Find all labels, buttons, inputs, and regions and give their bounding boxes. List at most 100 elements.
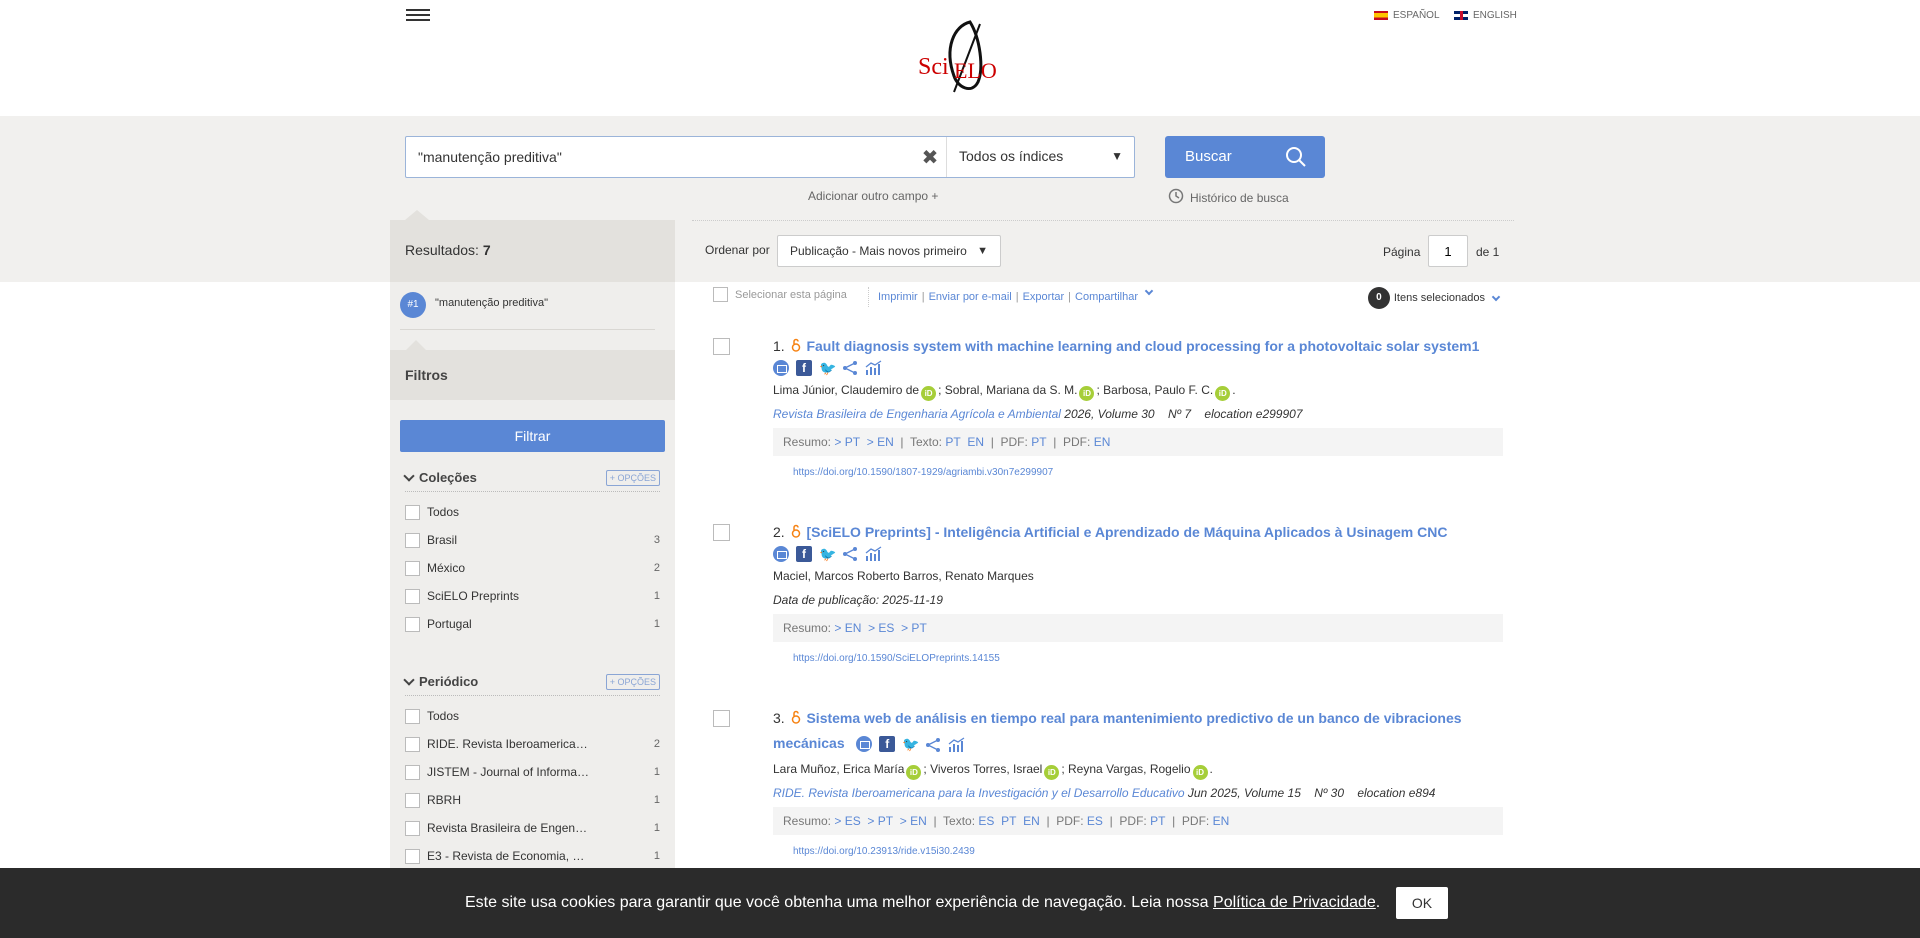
clear-search-icon[interactable]: ✖: [920, 148, 940, 168]
filter-item[interactable]: SciELO Preprints 1: [405, 582, 660, 610]
filter-button[interactable]: Filtrar: [400, 420, 665, 452]
pdf-pt-link[interactable]: PT: [1031, 435, 1046, 449]
abstract-pt-link[interactable]: > PT: [901, 621, 927, 635]
doi-link[interactable]: https://doi.org/10.1590/SciELOPreprints.…: [793, 653, 1503, 664]
text-en-link[interactable]: EN: [1023, 814, 1040, 828]
text-es-link[interactable]: ES: [978, 814, 994, 828]
select-page-toggle[interactable]: Selecionar esta página: [713, 287, 847, 302]
orcid-icon[interactable]: iD: [1215, 385, 1231, 401]
orcid-icon[interactable]: iD: [1044, 765, 1060, 780]
checkbox[interactable]: [405, 708, 420, 724]
abstract-en-link[interactable]: > EN: [900, 814, 927, 828]
share-icon[interactable]: [842, 546, 858, 562]
filter-group-toggle[interactable]: Coleções: [403, 469, 477, 485]
author-name[interactable]: Reyna Vargas, Rogelio: [1068, 762, 1191, 776]
text-pt-link[interactable]: PT: [945, 435, 960, 449]
search-history-link[interactable]: Histórico de busca: [1168, 188, 1289, 207]
author-name[interactable]: Lara Muñoz, Erica María: [773, 762, 904, 776]
result-checkbox[interactable]: [713, 710, 730, 727]
filter-item[interactable]: Revista Brasileira de Engen… 1: [405, 814, 660, 842]
twitter-icon[interactable]: 🐦: [819, 360, 836, 376]
doi-link[interactable]: https://doi.org/10.23913/ride.v15i30.243…: [793, 846, 1503, 857]
abstract-es-link[interactable]: > ES: [868, 621, 894, 635]
checkbox[interactable]: [405, 736, 420, 752]
author-name[interactable]: Sobral, Mariana da S. M.: [945, 383, 1078, 397]
scielo-logo[interactable]: Sci ELO: [914, 18, 1004, 98]
checkbox[interactable]: [405, 820, 420, 836]
abstract-pt-link[interactable]: > PT: [834, 435, 860, 449]
orcid-icon[interactable]: iD: [921, 385, 937, 401]
email-icon[interactable]: [856, 736, 873, 753]
author-name[interactable]: Lima Júnior, Claudemiro de: [773, 383, 919, 397]
privacy-policy-link[interactable]: Política de Privacidade: [1213, 894, 1376, 911]
cookie-ok-button[interactable]: OK: [1396, 887, 1448, 919]
share-link[interactable]: Compartilhar: [1075, 291, 1138, 303]
filter-item[interactable]: Portugal 1: [405, 610, 660, 638]
twitter-icon[interactable]: 🐦: [819, 546, 836, 562]
text-pt-link[interactable]: PT: [1001, 814, 1016, 828]
facebook-icon[interactable]: f: [879, 736, 896, 753]
orcid-icon[interactable]: iD: [1079, 385, 1095, 401]
filter-item[interactable]: Todos: [405, 702, 660, 730]
checkbox[interactable]: [405, 616, 420, 632]
checkbox[interactable]: [713, 287, 728, 302]
journal-link[interactable]: RIDE. Revista Iberoamericana para la Inv…: [773, 786, 1185, 800]
page-input[interactable]: [1428, 235, 1468, 267]
order-select[interactable]: Publicação - Mais novos primeiro ▼: [777, 235, 1001, 267]
checkbox[interactable]: [405, 764, 420, 780]
author-name[interactable]: Barbosa, Paulo F. C.: [1103, 383, 1213, 397]
lang-espanol-link[interactable]: ESPAÑOL: [1374, 10, 1440, 21]
filter-item[interactable]: JISTEM - Journal of Informa… 1: [405, 758, 660, 786]
filter-item[interactable]: RIDE. Revista Iberoamerica… 2: [405, 730, 660, 758]
checkbox[interactable]: [405, 792, 420, 808]
filter-item[interactable]: México 2: [405, 554, 660, 582]
filter-options-button[interactable]: + OPÇÕES: [605, 673, 660, 690]
author-name[interactable]: Viveros Torres, Israel: [930, 762, 1042, 776]
doi-link[interactable]: https://doi.org/10.1590/1807-1929/agriam…: [793, 467, 1503, 478]
facebook-icon[interactable]: f: [796, 545, 812, 562]
share-icon[interactable]: [925, 736, 941, 753]
facebook-icon[interactable]: f: [796, 359, 812, 376]
result-title-link[interactable]: [SciELO Preprints] - Inteligência Artifi…: [806, 524, 1447, 540]
filter-item[interactable]: E3 - Revista de Economia, … 1: [405, 842, 660, 870]
pdf-pt-link[interactable]: PT: [1150, 814, 1165, 828]
filter-options-button[interactable]: + OPÇÕES: [605, 469, 660, 486]
add-field-link[interactable]: Adicionar outro campo +: [808, 189, 938, 203]
metrics-chart-icon[interactable]: [865, 546, 882, 562]
selected-items-toggle[interactable]: 0 Itens selecionados: [1367, 287, 1503, 309]
twitter-icon[interactable]: 🐦: [902, 736, 919, 752]
abstract-en-link[interactable]: > EN: [867, 435, 894, 449]
filter-item[interactable]: RBRH 1: [405, 786, 660, 814]
pdf-es-link[interactable]: ES: [1087, 814, 1103, 828]
email-link[interactable]: Enviar por e-mail: [929, 291, 1012, 303]
export-link[interactable]: Exportar: [1023, 291, 1065, 303]
result-title-link[interactable]: Fault diagnosis system with machine lear…: [806, 338, 1479, 354]
filter-group-toggle[interactable]: Periódico: [403, 673, 478, 689]
abstract-en-link[interactable]: > EN: [834, 621, 861, 635]
result-checkbox[interactable]: [713, 338, 730, 355]
hamburger-menu-icon[interactable]: [406, 6, 430, 26]
journal-link[interactable]: Revista Brasileira de Engenharia Agrícol…: [773, 407, 1061, 421]
checkbox[interactable]: [405, 848, 420, 864]
orcid-icon[interactable]: iD: [906, 765, 922, 780]
orcid-icon[interactable]: iD: [1192, 765, 1208, 780]
print-link[interactable]: Imprimir: [878, 291, 918, 303]
filter-item[interactable]: Todos: [405, 498, 660, 526]
metrics-chart-icon[interactable]: [948, 736, 965, 753]
abstract-pt-link[interactable]: > PT: [867, 814, 893, 828]
checkbox[interactable]: [405, 504, 420, 520]
query-history-item[interactable]: #1 "manutenção preditiva": [400, 292, 655, 330]
checkbox[interactable]: [405, 588, 420, 604]
email-icon[interactable]: [773, 545, 789, 562]
metrics-chart-icon[interactable]: [865, 360, 882, 376]
checkbox[interactable]: [405, 560, 420, 576]
search-button[interactable]: Buscar: [1165, 136, 1325, 178]
search-input[interactable]: [418, 146, 898, 168]
lang-english-link[interactable]: ENGLISH: [1454, 10, 1517, 21]
abstract-es-link[interactable]: > ES: [834, 814, 860, 828]
filter-item[interactable]: Brasil 3: [405, 526, 660, 554]
pdf-en-link[interactable]: EN: [1094, 435, 1111, 449]
email-icon[interactable]: [773, 359, 789, 376]
share-icon[interactable]: [842, 360, 858, 376]
result-checkbox[interactable]: [713, 524, 730, 541]
